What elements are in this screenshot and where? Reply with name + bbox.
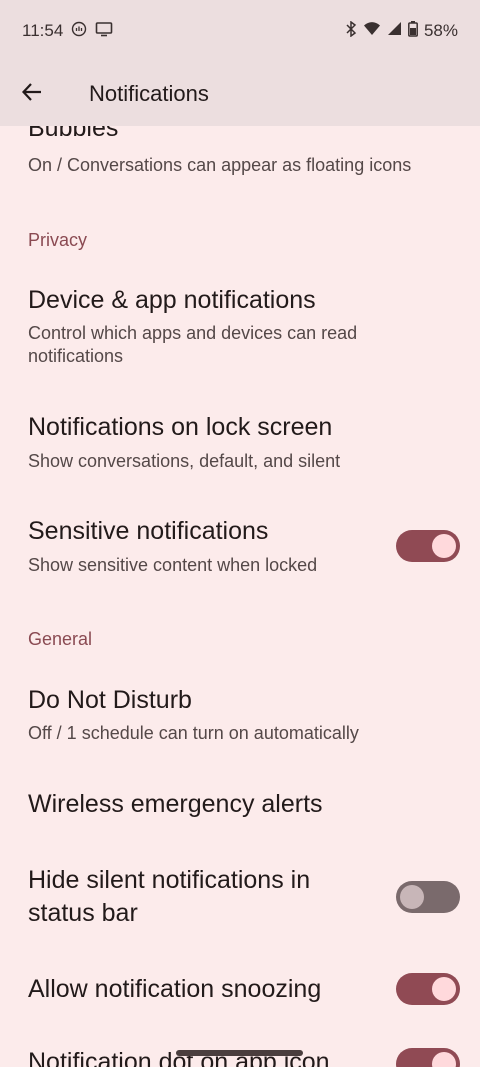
gesture-nav-handle[interactable] (176, 1050, 303, 1056)
setting-title: Sensitive notifications (28, 517, 269, 545)
setting-summary: Show conversations, default, and silent (28, 451, 341, 471)
bluetooth-icon (345, 20, 357, 42)
setting-title: status bar (28, 899, 138, 927)
app-bar: Notifications (0, 62, 480, 126)
screen-icon (95, 21, 113, 42)
section-header-general: General (28, 629, 93, 649)
setting-summary: Control which apps and devices can read (28, 323, 358, 343)
setting-summary: On / Conversations can appear as floatin… (28, 155, 412, 175)
setting-title: Do Not Disturb (28, 686, 192, 714)
setting-title: Hide silent notifications in (28, 866, 311, 894)
setting-title: Notifications on lock screen (28, 413, 333, 441)
toggle-knob (432, 534, 456, 558)
arrow-left-icon (21, 81, 43, 108)
page-title: Notifications (89, 81, 209, 106)
wifi-icon (363, 21, 381, 41)
setting-title: Wireless emergency alerts (28, 790, 323, 818)
toggle-knob (432, 1052, 456, 1067)
snoozing-toggle[interactable] (396, 973, 460, 1005)
section-header-privacy: Privacy (28, 230, 88, 250)
toggle-knob (432, 977, 456, 1001)
settings-list: Bubbles On / Conversations can appear as… (0, 126, 480, 1067)
back-button[interactable] (0, 62, 64, 126)
battery-icon (408, 20, 418, 42)
signal-icon (387, 21, 402, 41)
setting-title: Bubbles (28, 126, 119, 142)
setting-summary: Show sensitive content when locked (28, 555, 318, 575)
setting-title: Allow notification snoozing (28, 975, 322, 1003)
cast-icon (71, 21, 87, 42)
battery-percent: 58% (423, 21, 458, 40)
hide-silent-toggle[interactable] (396, 881, 460, 913)
status-bar: 11:54 58% (0, 0, 480, 62)
dot-toggle[interactable] (396, 1048, 460, 1067)
status-time: 11:54 (22, 21, 64, 40)
setting-summary: Off / 1 schedule can turn on automatical… (28, 723, 359, 743)
sensitive-toggle[interactable] (396, 530, 460, 562)
setting-summary: notifications (28, 346, 124, 366)
toggle-knob (400, 885, 424, 909)
setting-title: Device & app notifications (28, 286, 316, 314)
